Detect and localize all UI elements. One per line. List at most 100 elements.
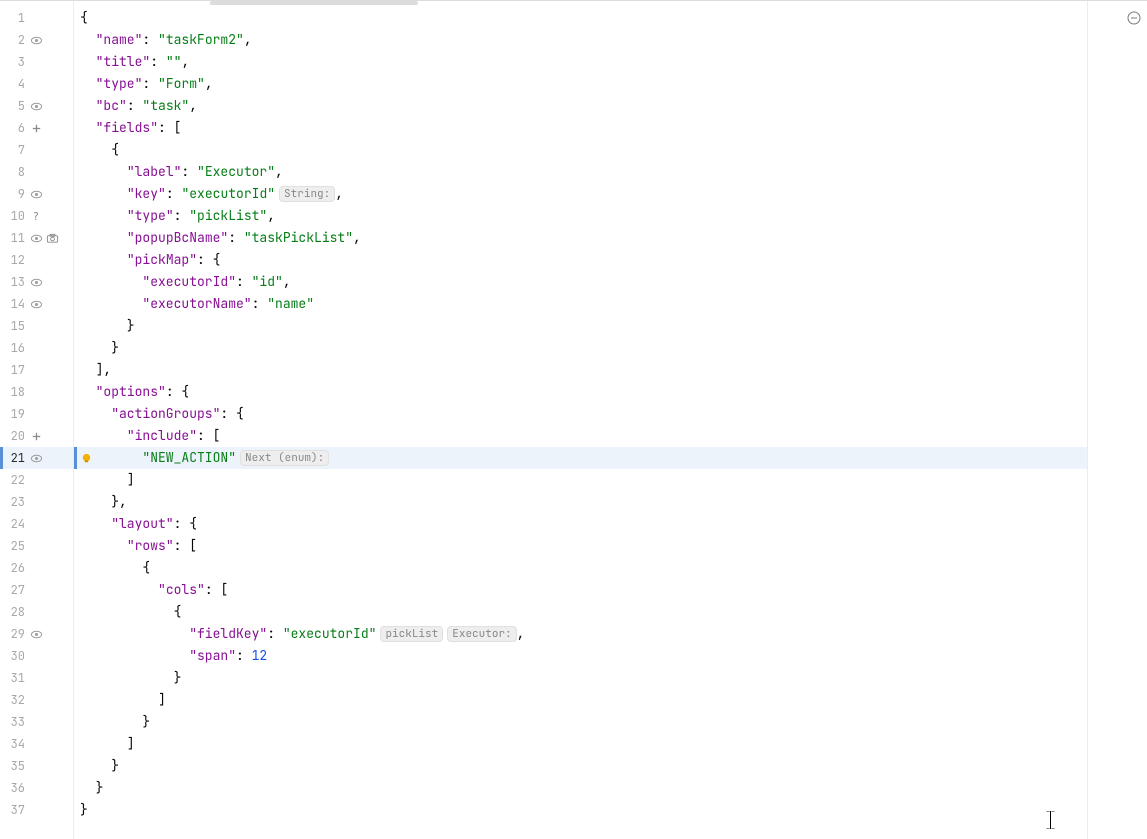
code-line[interactable]: "layout": { bbox=[74, 513, 1087, 535]
code-line[interactable]: "pickMap": { bbox=[74, 249, 1087, 271]
code-line[interactable]: "popupBcName": "taskPickList", bbox=[74, 227, 1087, 249]
gutter-row[interactable]: 9 bbox=[0, 183, 73, 205]
line-number: 20 bbox=[3, 425, 25, 447]
code-line[interactable]: "key": "executorId"String:, bbox=[74, 183, 1087, 205]
gutter-row[interactable]: 6 bbox=[0, 117, 73, 139]
gutter-row[interactable]: 21 bbox=[0, 447, 73, 469]
code-line[interactable]: "bc": "task", bbox=[74, 95, 1087, 117]
code-line[interactable]: "fieldKey": "executorId"pickListExecutor… bbox=[74, 623, 1087, 645]
eye-icon[interactable] bbox=[29, 99, 43, 113]
code-line[interactable]: "actionGroups": { bbox=[74, 403, 1087, 425]
gutter-row[interactable]: 14 bbox=[0, 293, 73, 315]
gutter-row[interactable]: 12 bbox=[0, 249, 73, 271]
plus-icon[interactable] bbox=[29, 121, 43, 135]
code-line[interactable]: "executorId": "id", bbox=[74, 271, 1087, 293]
code-token: { bbox=[80, 141, 119, 158]
code-line[interactable]: "NEW_ACTION"Next (enum): bbox=[74, 447, 1087, 469]
json-string: "executorId" bbox=[181, 185, 275, 202]
gutter-row[interactable]: 25 bbox=[0, 535, 73, 557]
camera-icon[interactable] bbox=[45, 231, 59, 245]
eye-icon[interactable] bbox=[29, 187, 43, 201]
eye-icon[interactable] bbox=[29, 231, 43, 245]
code-line[interactable]: "type": "Form", bbox=[74, 73, 1087, 95]
gutter-row[interactable]: 15 bbox=[0, 315, 73, 337]
gutter-row[interactable]: 2 bbox=[0, 29, 73, 51]
gutter-row[interactable]: 5 bbox=[0, 95, 73, 117]
code-line[interactable]: } bbox=[74, 337, 1087, 359]
gutter-row[interactable]: 1 bbox=[0, 7, 73, 29]
line-number: 16 bbox=[3, 337, 25, 359]
gutter-row[interactable]: 22 bbox=[0, 469, 73, 491]
code-line[interactable]: ] bbox=[74, 733, 1087, 755]
code-area[interactable]: { "name": "taskForm2", "title": "", "typ… bbox=[74, 1, 1087, 839]
code-line[interactable]: { bbox=[74, 139, 1087, 161]
eye-icon[interactable] bbox=[29, 451, 43, 465]
code-line[interactable]: } bbox=[74, 799, 1087, 821]
gutter-row[interactable]: 4 bbox=[0, 73, 73, 95]
gutter-row[interactable]: 17 bbox=[0, 359, 73, 381]
code-line[interactable]: } bbox=[74, 315, 1087, 337]
code-line[interactable]: "fields": [ bbox=[74, 117, 1087, 139]
gutter-icons bbox=[29, 231, 69, 245]
gutter-row[interactable]: 26 bbox=[0, 557, 73, 579]
code-line[interactable]: "rows": [ bbox=[74, 535, 1087, 557]
gutter-row[interactable]: 7 bbox=[0, 139, 73, 161]
json-key: "span" bbox=[189, 647, 236, 664]
line-number: 14 bbox=[3, 293, 25, 315]
gutter-row[interactable]: 34 bbox=[0, 733, 73, 755]
code-line[interactable]: } bbox=[74, 667, 1087, 689]
gutter: 12345678910?1112131415161718192021222324… bbox=[0, 1, 74, 839]
code-line[interactable]: "name": "taskForm2", bbox=[74, 29, 1087, 51]
code-line[interactable]: "executorName": "name" bbox=[74, 293, 1087, 315]
code-line[interactable]: ] bbox=[74, 469, 1087, 491]
eye-icon[interactable] bbox=[29, 297, 43, 311]
gutter-row[interactable]: 19 bbox=[0, 403, 73, 425]
plus-icon[interactable] bbox=[29, 429, 43, 443]
gutter-row[interactable]: 33 bbox=[0, 711, 73, 733]
gutter-row[interactable]: 28 bbox=[0, 601, 73, 623]
code-line[interactable]: } bbox=[74, 755, 1087, 777]
code-line[interactable]: } bbox=[74, 777, 1087, 799]
code-line[interactable]: { bbox=[74, 601, 1087, 623]
question-icon[interactable]: ? bbox=[29, 209, 43, 223]
gutter-row[interactable]: 11 bbox=[0, 227, 73, 249]
code-line[interactable]: "title": "", bbox=[74, 51, 1087, 73]
code-line[interactable]: "include": [ bbox=[74, 425, 1087, 447]
gutter-icons bbox=[29, 121, 69, 135]
gutter-row[interactable]: 27 bbox=[0, 579, 73, 601]
code-line[interactable]: ], bbox=[74, 359, 1087, 381]
code-line[interactable]: ] bbox=[74, 689, 1087, 711]
line-number: 19 bbox=[3, 403, 25, 425]
code-line[interactable]: "type": "pickList", bbox=[74, 205, 1087, 227]
eye-icon[interactable] bbox=[29, 33, 43, 47]
gutter-row[interactable]: 37 bbox=[0, 799, 73, 821]
inlay-hint: pickList bbox=[380, 626, 443, 642]
code-line[interactable]: "cols": [ bbox=[74, 579, 1087, 601]
json-string: "taskPickList" bbox=[244, 229, 353, 246]
gutter-row[interactable]: 36 bbox=[0, 777, 73, 799]
gutter-row[interactable]: 23 bbox=[0, 491, 73, 513]
code-line[interactable]: { bbox=[74, 557, 1087, 579]
gutter-row[interactable]: 30 bbox=[0, 645, 73, 667]
gutter-row[interactable]: 35 bbox=[0, 755, 73, 777]
eye-icon[interactable] bbox=[29, 275, 43, 289]
gutter-row[interactable]: 31 bbox=[0, 667, 73, 689]
collapse-minus-icon[interactable] bbox=[1127, 11, 1141, 25]
gutter-row[interactable]: 8 bbox=[0, 161, 73, 183]
gutter-row[interactable]: 10? bbox=[0, 205, 73, 227]
gutter-row[interactable]: 24 bbox=[0, 513, 73, 535]
gutter-row[interactable]: 3 bbox=[0, 51, 73, 73]
gutter-row[interactable]: 18 bbox=[0, 381, 73, 403]
gutter-row[interactable]: 29 bbox=[0, 623, 73, 645]
code-line[interactable]: } bbox=[74, 711, 1087, 733]
eye-icon[interactable] bbox=[29, 627, 43, 641]
code-line[interactable]: { bbox=[74, 7, 1087, 29]
code-line[interactable]: "label": "Executor", bbox=[74, 161, 1087, 183]
code-line[interactable]: "span": 12 bbox=[74, 645, 1087, 667]
gutter-row[interactable]: 20 bbox=[0, 425, 73, 447]
code-line[interactable]: "options": { bbox=[74, 381, 1087, 403]
gutter-row[interactable]: 32 bbox=[0, 689, 73, 711]
gutter-row[interactable]: 16 bbox=[0, 337, 73, 359]
gutter-row[interactable]: 13 bbox=[0, 271, 73, 293]
code-line[interactable]: }, bbox=[74, 491, 1087, 513]
